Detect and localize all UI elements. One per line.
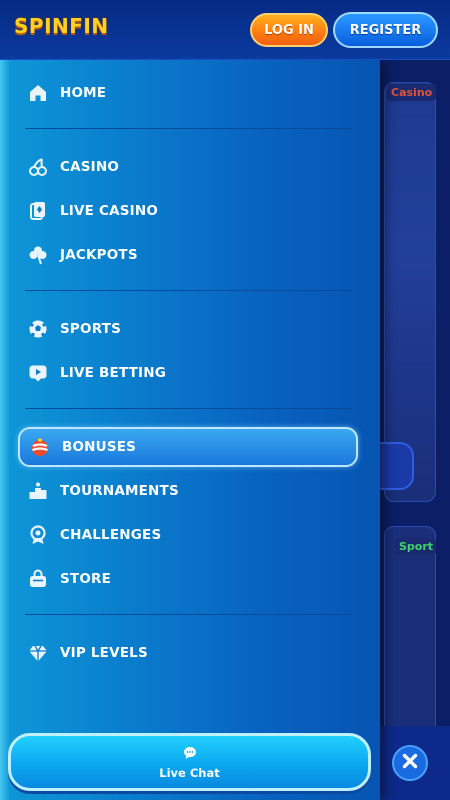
clover-icon — [27, 244, 49, 266]
play-screen-icon — [27, 362, 49, 384]
side-drawer: HOME CASINO LIVE CASINO JACKPOTS SPORTS … — [0, 60, 380, 800]
background-button — [380, 442, 414, 490]
register-button[interactable]: REGISTER — [333, 12, 438, 48]
chat-bubble-icon — [183, 745, 197, 764]
menu-item-live-betting[interactable]: LIVE BETTING — [18, 353, 358, 393]
menu-item-casino[interactable]: CASINO — [18, 147, 358, 187]
top-header: SPINFIN LOG IN REGISTER — [0, 0, 450, 60]
menu-item-bonuses[interactable]: BONUSES — [18, 427, 358, 467]
menu-item-label: TOURNAMENTS — [60, 483, 179, 499]
menu-item-label: CHALLENGES — [60, 527, 162, 543]
menu-item-label: SPORTS — [60, 321, 122, 337]
menu-item-jackpots[interactable]: JACKPOTS — [18, 235, 358, 275]
casino-card — [384, 82, 436, 502]
casino-tag: Casino — [387, 84, 437, 101]
divider — [25, 290, 352, 291]
menu-item-label: CASINO — [60, 159, 120, 175]
spinfin-logo[interactable]: SPINFIN — [14, 14, 109, 38]
divider — [25, 128, 352, 129]
menu-item-tournaments[interactable]: TOURNAMENTS — [18, 471, 358, 511]
home-icon — [27, 82, 49, 104]
login-button[interactable]: LOG IN — [250, 13, 328, 47]
sport-tag: Sport — [396, 538, 437, 555]
menu-item-live-casino[interactable]: LIVE CASINO — [18, 191, 358, 231]
podium-icon — [27, 480, 49, 502]
medal-icon — [27, 524, 49, 546]
close-menu-button[interactable] — [392, 745, 428, 781]
menu-item-label: STORE — [60, 571, 112, 587]
menu-item-label: BONUSES — [62, 439, 137, 455]
menu-item-home[interactable]: HOME — [18, 73, 358, 113]
live-chat-label: Live Chat — [159, 765, 220, 780]
bonus-ball-icon — [29, 436, 51, 458]
diamond-icon — [27, 642, 49, 664]
divider — [25, 408, 352, 409]
close-icon — [401, 752, 419, 774]
soccer-ball-icon — [27, 318, 49, 340]
live-chat-button[interactable]: Live Chat — [8, 733, 371, 791]
menu-item-label: HOME — [60, 85, 107, 101]
shopping-bag-icon — [27, 568, 49, 590]
background-page: Casino Sport — [380, 60, 450, 800]
divider — [25, 614, 352, 615]
cherries-icon — [27, 156, 49, 178]
menu-item-challenges[interactable]: CHALLENGES — [18, 515, 358, 555]
menu-item-vip-levels[interactable]: VIP LEVELS — [18, 633, 358, 673]
menu-item-label: VIP LEVELS — [60, 645, 148, 661]
menu-item-label: JACKPOTS — [60, 247, 138, 263]
menu-item-label: LIVE CASINO — [60, 203, 159, 219]
menu-item-sports[interactable]: SPORTS — [18, 309, 358, 349]
menu-item-store[interactable]: STORE — [18, 559, 358, 599]
playing-card-icon — [27, 200, 49, 222]
menu-item-label: LIVE BETTING — [60, 365, 167, 381]
